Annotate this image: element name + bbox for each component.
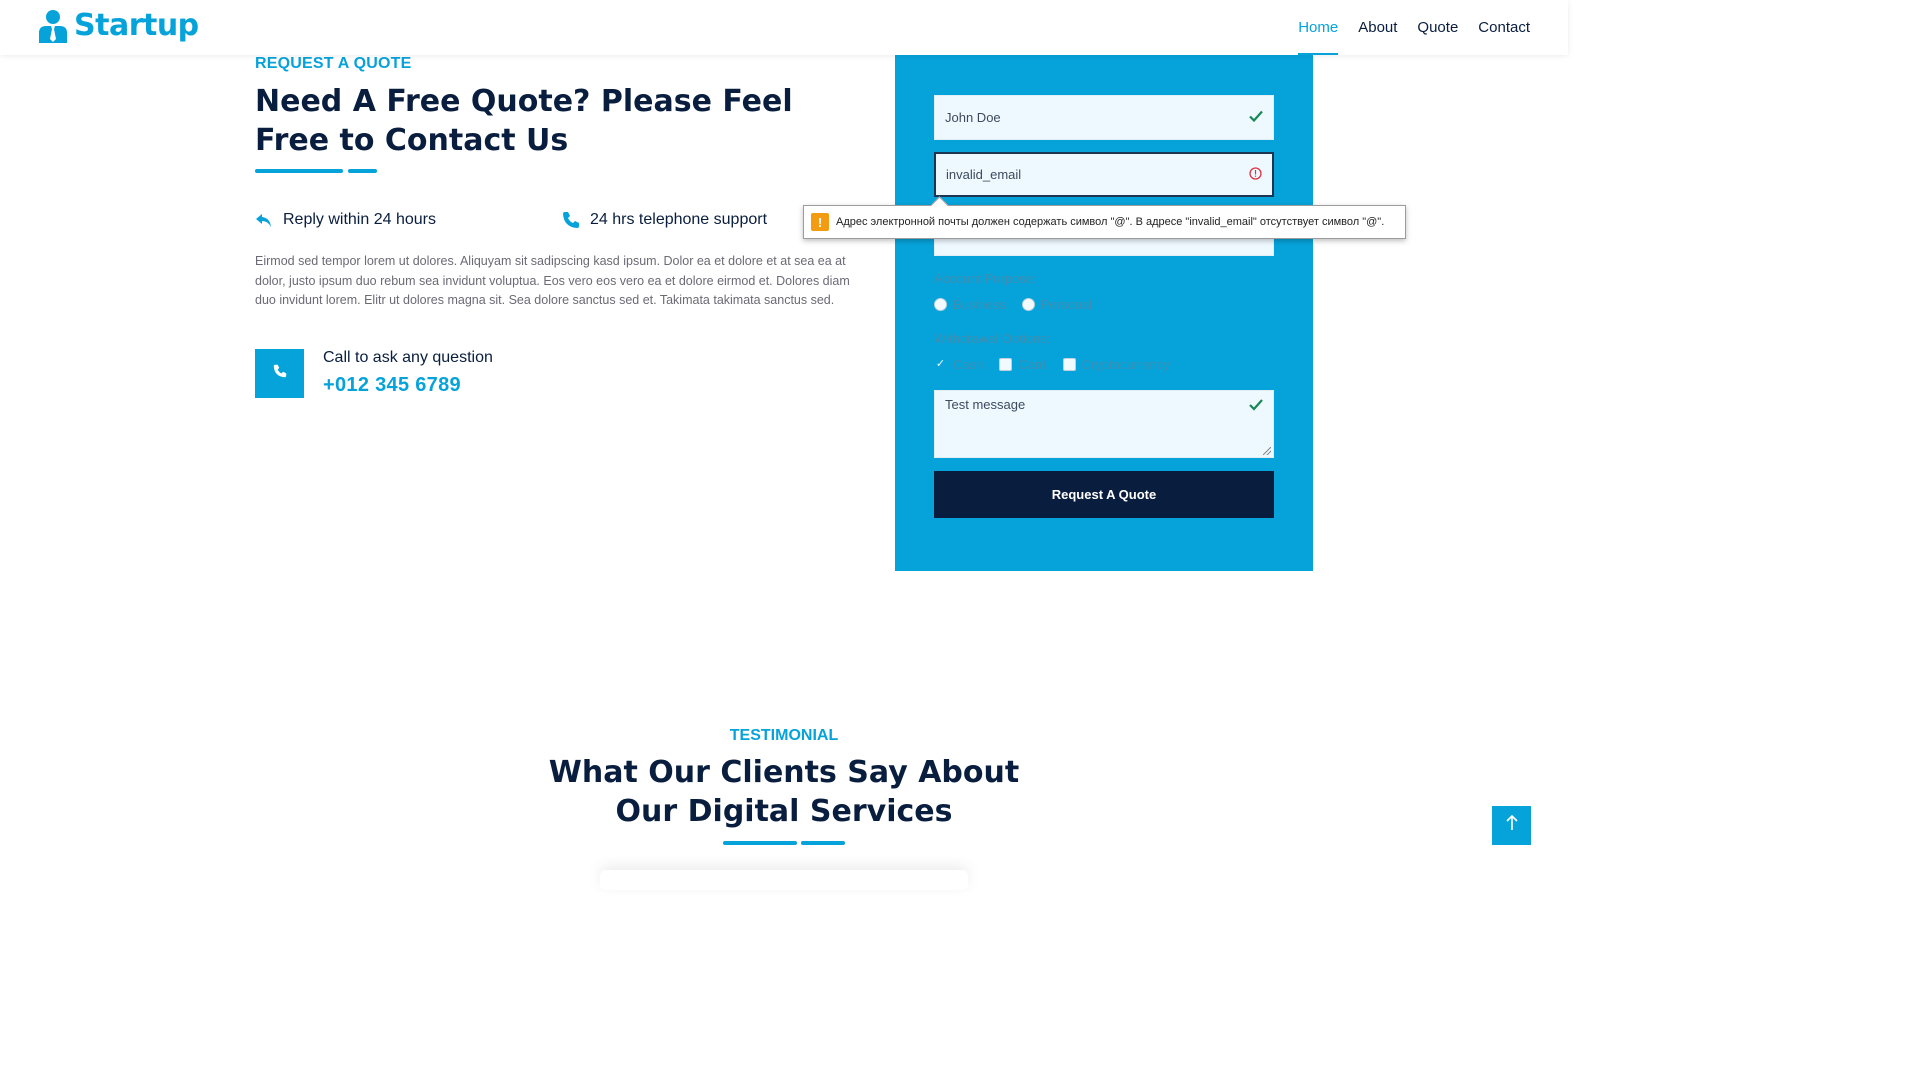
account-purpose-options: Business Personal <box>934 297 1100 312</box>
checkbox[interactable] <box>1062 358 1076 371</box>
email-field[interactable]: invalid_email <box>934 152 1274 197</box>
feature-reply-label: Reply within 24 hours <box>283 211 436 228</box>
checkmark-icon[interactable]: ✓ <box>934 358 947 371</box>
nav-contact[interactable]: Contact <box>1478 0 1530 55</box>
heading-underline-short <box>348 169 377 173</box>
testimonial-heading: What Our Clients Say About Our Digital S… <box>0 753 1568 831</box>
feature-reply: Reply within 24 hours <box>255 211 436 229</box>
nav-quote[interactable]: Quote <box>1417 0 1458 55</box>
radio-business[interactable]: Business <box>934 297 1006 312</box>
call-icon-box <box>255 349 304 398</box>
phone-icon <box>562 211 580 229</box>
brand-name: Startup <box>74 8 199 43</box>
account-purpose-label: Account Purpose: <box>934 271 1037 286</box>
checkbox[interactable] <box>999 358 1013 371</box>
valid-check-icon <box>1249 399 1263 414</box>
back-to-top-button[interactable] <box>1492 806 1531 845</box>
message-value: Test message <box>945 397 1026 412</box>
checkbox-crypto-label: Cryptocurrency <box>1081 357 1170 372</box>
checkbox-cash-label: Cash <box>953 357 984 372</box>
radio-personal-label: Personal <box>1040 297 1093 312</box>
main-nav: Home About Quote Contact <box>1298 0 1530 55</box>
reply-icon <box>255 211 273 229</box>
withdrawal-options-label: Withdrawal Options: <box>934 331 1051 346</box>
email-field-value: invalid_email <box>946 167 1022 182</box>
radio-button[interactable] <box>1021 298 1035 311</box>
testimonial-heading-line1: What Our Clients Say About <box>548 755 1020 790</box>
phone-icon <box>273 364 287 383</box>
name-field-value: John Doe <box>945 110 1001 125</box>
checkbox-card-label: Card <box>1018 357 1047 372</box>
checkbox-card[interactable]: Card <box>999 357 1047 372</box>
validation-tooltip: ! Адрес электронной почты должен содержа… <box>803 205 1406 239</box>
validation-message: Адрес электронной почты должен содержать… <box>836 216 1385 228</box>
heading-underline <box>255 169 343 173</box>
navbar: Startup Home About Quote Contact <box>0 0 1568 55</box>
radio-personal[interactable]: Personal <box>1021 297 1093 312</box>
nav-home[interactable]: Home <box>1298 0 1339 55</box>
testimonial-heading-line2: Our Digital Services <box>615 794 953 829</box>
invalid-alert-icon <box>1249 166 1262 183</box>
warning-icon: ! <box>811 213 829 231</box>
arrow-up-icon <box>1505 814 1518 836</box>
radio-button[interactable] <box>934 298 947 311</box>
feature-support-label: 24 hrs telephone support <box>590 211 768 228</box>
quote-paragraph: Eirmod sed tempor lorem ut dolores. Aliq… <box>255 254 850 308</box>
nav-about[interactable]: About <box>1358 0 1397 55</box>
checkbox-cash[interactable]: ✓ Cash <box>934 357 983 372</box>
testimonial-subtitle: TESTIMONIAL <box>729 727 839 744</box>
resize-handle[interactable] <box>1263 447 1271 455</box>
name-field[interactable]: John Doe <box>934 95 1274 140</box>
call-number[interactable]: +012 345 6789 <box>323 374 461 397</box>
checkbox-crypto[interactable]: Cryptocurrency <box>1062 357 1170 372</box>
quote-subtitle: REQUEST A QUOTE <box>255 55 412 72</box>
user-tie-icon <box>38 9 68 43</box>
testimonial-underline <box>723 841 797 845</box>
quote-heading: Need A Free Quote? Please Feel Free to C… <box>255 84 793 158</box>
withdrawal-options: ✓ Cash Card Cryptocurrency <box>934 357 1178 372</box>
call-label: Call to ask any question <box>323 349 493 366</box>
feature-support: 24 hrs telephone support <box>562 211 767 229</box>
testimonial-underline-short <box>801 841 845 845</box>
testimonial-card <box>600 870 968 890</box>
message-textarea[interactable]: Test message <box>934 390 1274 458</box>
radio-business-label: Business <box>953 297 1006 312</box>
brand-logo[interactable]: Startup <box>38 8 199 43</box>
request-quote-button[interactable]: Request A Quote <box>934 471 1274 518</box>
valid-check-icon <box>1249 110 1263 125</box>
